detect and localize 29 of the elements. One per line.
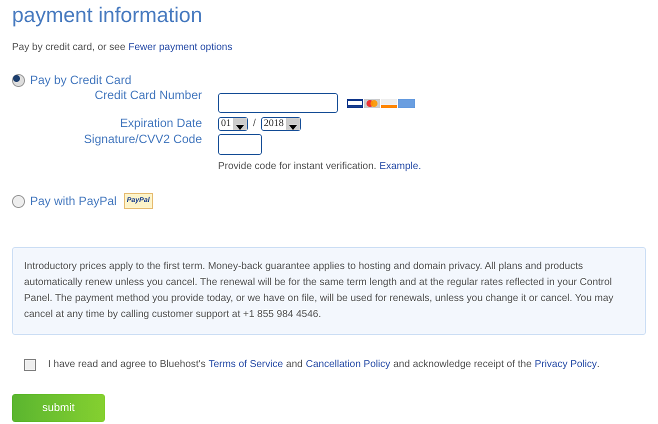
page-title: payment information	[12, 3, 204, 29]
notice-panel: Introductory prices apply to the first term. Money-back guarantee applies to hosting and domain privacy. All plans and products automatically renew unless you cancel. The renewal will be for the same term length and at the regular rates reflected in your Control Panel. The payment method you provide today, or we have on file, will be used for renewals, unless you change it or cancel. You may cancel at any time by calling customer support at +1 855 984 4546.	[12, 247, 646, 335]
example-link[interactable]: Example.	[379, 159, 422, 174]
hint-text: Provide code for instant verification.	[218, 160, 376, 174]
caret-icon[interactable]	[286, 118, 300, 130]
date-separator: /	[253, 117, 256, 131]
agreement-text: and acknowledge receipt of the	[393, 358, 532, 372]
field-label: Credit Card Number	[94, 87, 202, 103]
card-logos-icon	[347, 98, 415, 108]
radio-button[interactable]	[12, 194, 25, 208]
agreement-text: I have read and agree to Bluehost's	[48, 358, 206, 372]
policy-link[interactable]: Cancellation Policy	[306, 357, 390, 372]
card-number-field[interactable]	[218, 93, 338, 113]
agreement-text: .	[596, 358, 600, 372]
agree-checkbox[interactable]	[24, 358, 36, 370]
caret-icon[interactable]	[233, 118, 247, 130]
cvv-field[interactable]	[218, 134, 262, 155]
method-label[interactable]: Pay by Credit Card	[30, 71, 132, 89]
dropdown[interactable]: 01	[218, 116, 248, 130]
policy-link[interactable]: Privacy Policy	[534, 357, 597, 372]
field-label: Signature/CVV2 Code	[82, 131, 202, 148]
agreement-text: and	[286, 358, 303, 372]
policy-link[interactable]: Terms of Service	[208, 357, 284, 372]
field-label: Expiration Date	[118, 115, 202, 131]
fewer-options-link[interactable]: Fewer payment options	[128, 40, 232, 55]
dropdown[interactable]: 2018	[260, 116, 301, 130]
method-label[interactable]: Pay with PayPal	[30, 192, 117, 210]
radio-button[interactable]	[12, 74, 25, 86]
intro-text: Pay by credit card, or see	[12, 41, 126, 55]
